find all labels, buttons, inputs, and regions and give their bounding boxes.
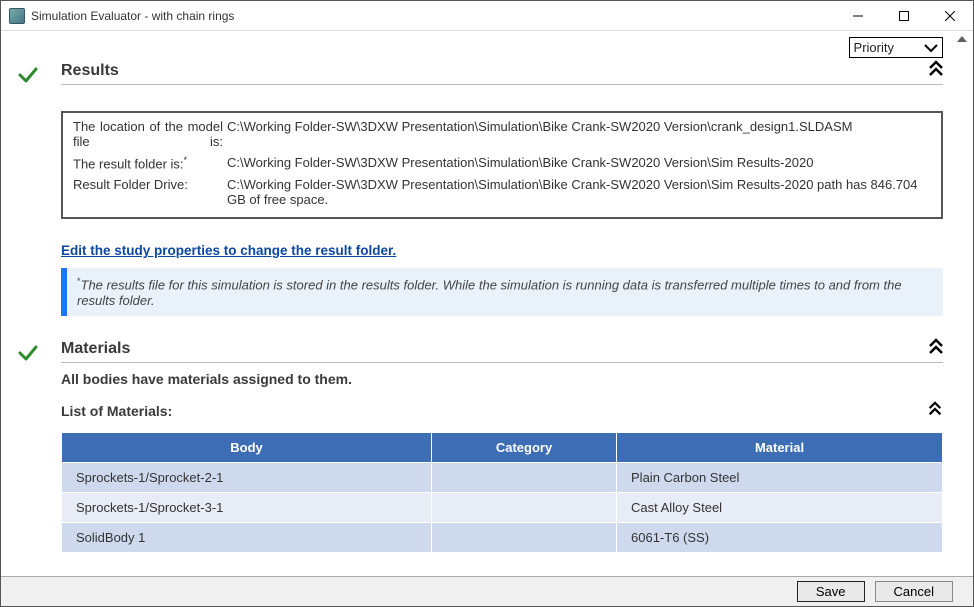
- content-area: Results The location of the model file i…: [1, 58, 973, 576]
- check-icon: [17, 64, 61, 86]
- model-file-value: C:\Working Folder-SW\3DXW Presentation\S…: [223, 119, 931, 149]
- results-note: *The results file for this simulation is…: [61, 268, 943, 315]
- priority-label: Priority: [854, 40, 894, 55]
- app-icon: [9, 8, 25, 24]
- col-material: Material: [617, 432, 943, 462]
- cancel-button[interactable]: Cancel: [875, 581, 953, 602]
- drive-label: Result Folder Drive:: [73, 177, 223, 207]
- cell-category: [432, 492, 617, 522]
- app-window: Simulation Evaluator - with chain rings …: [0, 0, 974, 607]
- table-header-row: Body Category Material: [62, 432, 943, 462]
- table-row: SolidBody 1 6061-T6 (SS): [62, 522, 943, 552]
- results-info-box: The location of the model file is: C:\Wo…: [61, 111, 943, 219]
- materials-heading: Materials: [61, 340, 943, 358]
- materials-table: Body Category Material Sprockets-1/Sproc…: [61, 432, 943, 553]
- result-folder-label: The result folder is:*: [73, 155, 223, 171]
- materials-section: Materials All bodies have materials assi…: [17, 340, 943, 553]
- collapse-list-button[interactable]: [927, 401, 943, 422]
- minimize-icon: [853, 11, 863, 21]
- cell-body: Sprockets-1/Sprocket-2-1: [62, 462, 432, 492]
- minimize-button[interactable]: [835, 1, 881, 31]
- cell-body: Sprockets-1/Sprocket-3-1: [62, 492, 432, 522]
- table-row: Sprockets-1/Sprocket-2-1 Plain Carbon St…: [62, 462, 943, 492]
- cell-category: [432, 522, 617, 552]
- materials-status: All bodies have materials assigned to th…: [61, 371, 943, 387]
- toolbar: Priority: [1, 31, 973, 58]
- footer: Save Cancel: [1, 576, 973, 606]
- cell-material: 6061-T6 (SS): [617, 522, 943, 552]
- chevron-down-icon: [924, 43, 938, 53]
- check-icon: [17, 342, 61, 364]
- edit-study-link[interactable]: Edit the study properties to change the …: [61, 243, 396, 258]
- titlebar: Simulation Evaluator - with chain rings: [1, 1, 973, 31]
- cell-body: SolidBody 1: [62, 522, 432, 552]
- materials-list-header: List of Materials:: [61, 403, 172, 419]
- maximize-icon: [899, 11, 909, 21]
- collapse-materials-button[interactable]: [927, 338, 945, 361]
- col-category: Category: [432, 432, 617, 462]
- section-rule: [61, 362, 943, 363]
- save-button[interactable]: Save: [797, 581, 865, 602]
- window-controls: [835, 1, 973, 31]
- results-section: Results The location of the model file i…: [17, 62, 943, 316]
- results-heading: Results: [61, 62, 943, 80]
- collapse-results-button[interactable]: [927, 60, 945, 83]
- result-folder-value: C:\Working Folder-SW\3DXW Presentation\S…: [223, 155, 931, 171]
- close-button[interactable]: [927, 1, 973, 31]
- window-title: Simulation Evaluator - with chain rings: [31, 9, 835, 23]
- scroll-up-arrow[interactable]: [956, 34, 968, 46]
- col-body: Body: [62, 432, 432, 462]
- cell-material: Plain Carbon Steel: [617, 462, 943, 492]
- section-rule: [61, 84, 943, 85]
- cell-category: [432, 462, 617, 492]
- priority-dropdown[interactable]: Priority: [849, 37, 943, 58]
- table-row: Sprockets-1/Sprocket-3-1 Cast Alloy Stee…: [62, 492, 943, 522]
- close-icon: [945, 11, 955, 21]
- maximize-button[interactable]: [881, 1, 927, 31]
- drive-value: C:\Working Folder-SW\3DXW Presentation\S…: [223, 177, 931, 207]
- model-file-label: The location of the model file is:: [73, 119, 223, 149]
- cell-material: Cast Alloy Steel: [617, 492, 943, 522]
